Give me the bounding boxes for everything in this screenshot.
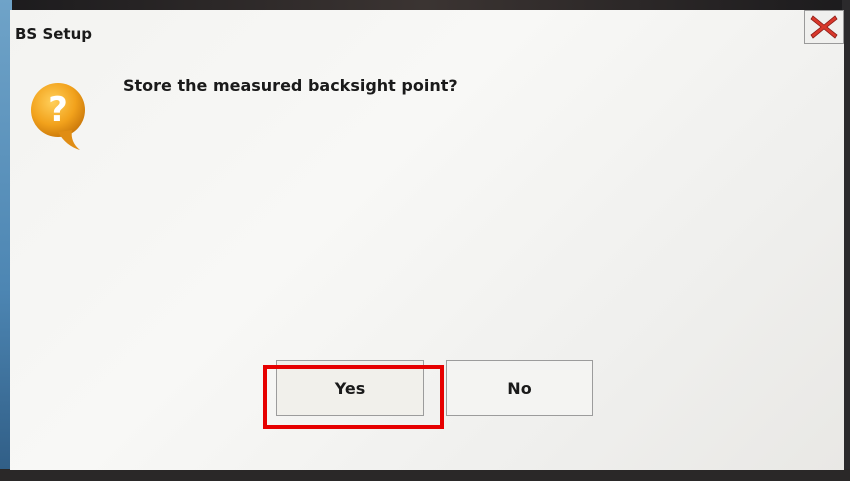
yes-button[interactable]: Yes xyxy=(276,360,424,416)
title-bar: BS Setup xyxy=(10,10,844,52)
no-button-label: No xyxy=(507,378,532,398)
device-frame-top xyxy=(0,0,850,10)
svg-text:?: ? xyxy=(48,90,68,130)
dialog-window: BS Setup ? Store the measured backsight … xyxy=(10,10,844,470)
close-icon xyxy=(810,15,838,39)
close-button[interactable] xyxy=(804,10,844,44)
dialog-message: Store the measured backsight point? xyxy=(123,76,458,95)
device-frame-bottom xyxy=(0,469,850,481)
question-icon: ? xyxy=(31,83,85,150)
dialog-title: BS Setup xyxy=(15,25,93,43)
no-button[interactable]: No xyxy=(446,360,593,416)
yes-button-label: Yes xyxy=(334,378,366,398)
